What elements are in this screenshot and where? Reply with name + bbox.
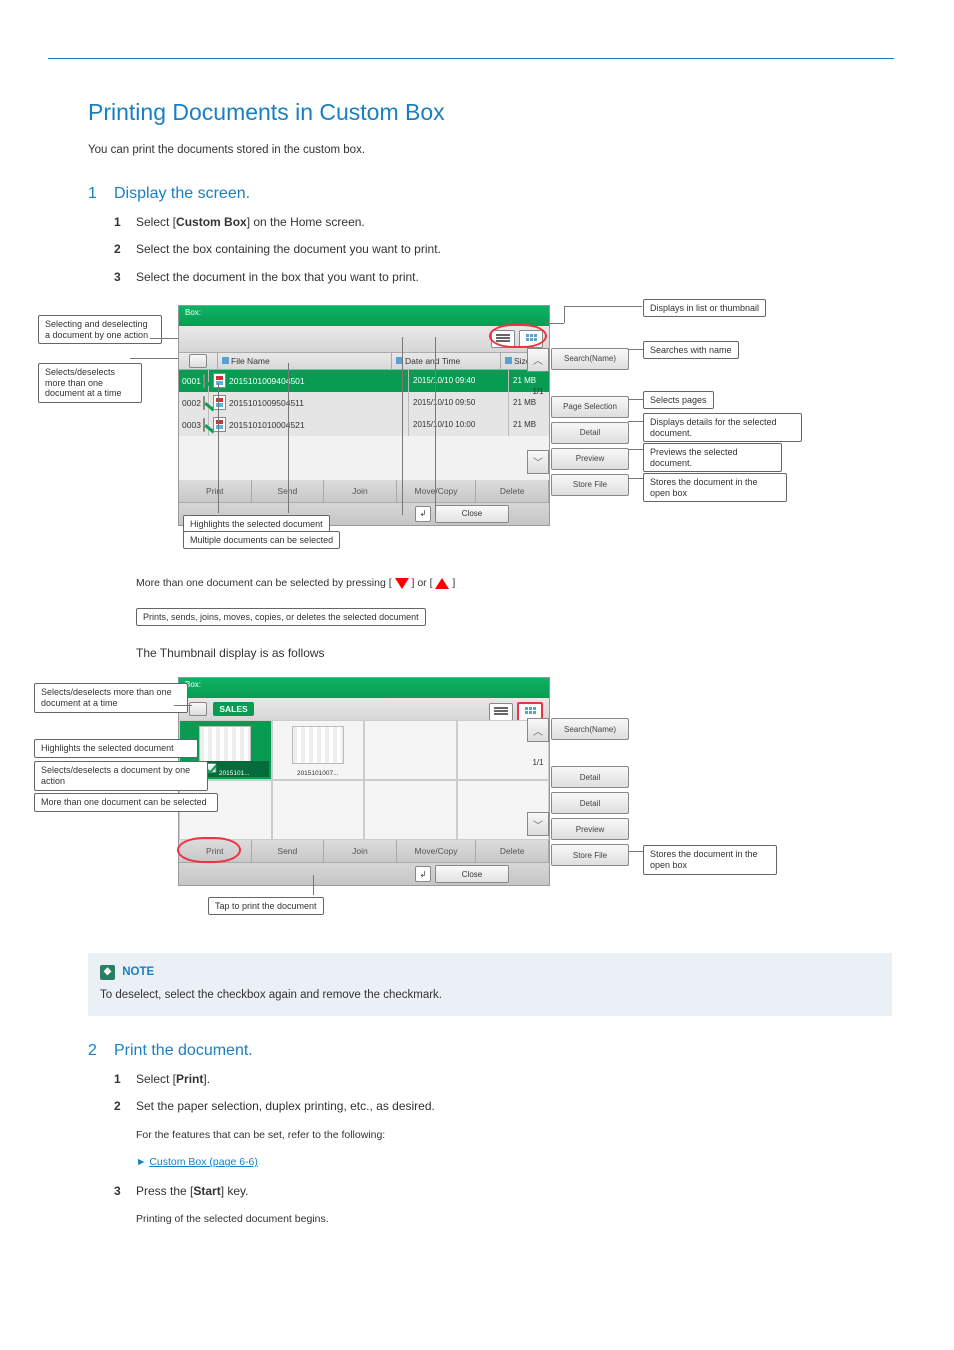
thumb-item[interactable] bbox=[272, 780, 365, 840]
thumb-item[interactable]: 2015101007... bbox=[272, 720, 365, 780]
detail-button[interactable]: Detail bbox=[551, 792, 629, 814]
thumb-note: The Thumbnail display is as follows bbox=[136, 644, 892, 663]
doc-icon bbox=[213, 373, 226, 388]
store-file-button[interactable]: Store File bbox=[551, 844, 629, 866]
callout-sel-one: Selects/deselects a document by one acti… bbox=[34, 761, 208, 791]
send-button[interactable]: Send bbox=[252, 840, 325, 862]
note-box: ❖ NOTE To deselect, select the checkbox … bbox=[88, 953, 892, 1016]
callout-store: Stores the document in the open box bbox=[643, 473, 787, 503]
intro-para: You can print the documents stored in th… bbox=[88, 142, 892, 159]
move-copy-button[interactable]: Move/Copy bbox=[397, 480, 477, 502]
callout-page-sel: Selects pages bbox=[643, 391, 714, 409]
callout-more: More than one document can be selected bbox=[34, 793, 218, 812]
scroll-down-button[interactable]: ﹀ bbox=[527, 450, 549, 474]
preview-button[interactable]: Preview bbox=[551, 818, 629, 840]
thumb-grid: 2015101... 2015101007... bbox=[179, 720, 549, 840]
file-list: 0001 2015101009404501 2015/10/10 09:40 2… bbox=[179, 370, 549, 480]
table-header: File Name Date and Time Size bbox=[179, 352, 549, 370]
callout-store: Stores the document in the open box bbox=[643, 845, 777, 875]
panel-titlebar: Box: bbox=[179, 678, 549, 698]
step-2-2: 2Set the paper selection, duplex printin… bbox=[114, 1097, 892, 1116]
delete-button[interactable]: Delete bbox=[476, 480, 549, 502]
row-checkbox[interactable] bbox=[203, 396, 205, 410]
callout-actionbar: Prints, sends, joins, moves, copies, or … bbox=[136, 608, 426, 626]
panel-titlebar: Box: bbox=[179, 306, 549, 326]
callout-preview: Previews the selected document. bbox=[643, 443, 782, 473]
page-counter: 1/1 bbox=[527, 742, 549, 782]
down-arrow-icon bbox=[395, 578, 409, 589]
step-2-3: 3Press the [Start] key. bbox=[114, 1182, 892, 1201]
callout-detail: Displays details for the selected docume… bbox=[643, 413, 802, 443]
file-row[interactable]: 0002 2015101009504511 2015/10/10 09:50 2… bbox=[179, 392, 549, 414]
store-file-button[interactable]: Store File bbox=[551, 474, 629, 496]
detail-button[interactable]: Detail bbox=[551, 766, 629, 788]
row-checkbox[interactable] bbox=[203, 374, 205, 388]
up-arrow-icon bbox=[435, 578, 449, 589]
file-row[interactable]: 0003 2015101010004521 2015/10/10 10:00 2… bbox=[179, 414, 549, 436]
view-list-button[interactable] bbox=[489, 703, 513, 721]
search-name-button[interactable]: Search(Name) bbox=[551, 718, 629, 740]
callout-print-tap: Tap to print the document bbox=[208, 897, 324, 915]
print-highlight bbox=[177, 837, 241, 863]
step-1-1: 1Select [Custom Box] on the Home screen. bbox=[114, 213, 892, 232]
callout-list-thumb: Displays in list or thumbnail bbox=[643, 299, 766, 317]
file-row[interactable]: 0001 2015101009404501 2015/10/10 09:40 2… bbox=[179, 370, 549, 392]
step-1: 1Display the screen. bbox=[88, 185, 892, 203]
scroll-down-button[interactable]: ﹀ bbox=[527, 812, 549, 836]
join-button[interactable]: Join bbox=[324, 840, 397, 862]
doc-icon bbox=[213, 395, 226, 410]
preview-button[interactable]: Preview bbox=[551, 448, 629, 470]
thumb-item[interactable] bbox=[364, 720, 457, 780]
enter-icon: ↲ bbox=[415, 506, 431, 522]
step-2-ref: ► Custom Box (page 6-6) bbox=[136, 1154, 892, 1171]
enter-icon: ↲ bbox=[415, 866, 431, 882]
callout-sel-desel: Selects/deselects more than one document… bbox=[34, 683, 188, 713]
doc-icon bbox=[213, 417, 226, 432]
scroll-note: More than one document can be selected b… bbox=[136, 575, 892, 592]
step-1-3: 3Select the document in the box that you… bbox=[114, 268, 892, 287]
detail-button[interactable]: Detail bbox=[551, 422, 629, 444]
close-button[interactable]: Close bbox=[435, 865, 509, 883]
page-selection-button[interactable]: Page Selection bbox=[551, 396, 629, 418]
callout-multi: Multiple documents can be selected bbox=[183, 531, 340, 549]
action-bar: Print Send Join Move/Copy Delete bbox=[179, 480, 549, 502]
move-copy-button[interactable]: Move/Copy bbox=[397, 840, 477, 862]
step-2-3b: Printing of the selected document begins… bbox=[136, 1211, 892, 1228]
note-icon: ❖ bbox=[100, 965, 115, 980]
callout-search: Searches with name bbox=[643, 341, 739, 359]
section-title: Printing Documents in Custom Box bbox=[88, 99, 892, 126]
sort-icon[interactable] bbox=[222, 357, 229, 364]
step-2-1: 1Select [Print]. bbox=[114, 1070, 892, 1089]
join-button[interactable]: Join bbox=[324, 480, 397, 502]
callout-highlight: Highlights the selected document bbox=[34, 739, 198, 758]
viewmode-highlight bbox=[489, 324, 547, 348]
callout-sel-desel-one: Selecting and deselecting a document by … bbox=[38, 315, 162, 345]
row-checkbox[interactable] bbox=[203, 418, 205, 432]
print-button[interactable]: Print bbox=[179, 480, 252, 502]
step-2-2b: For the features that can be set, refer … bbox=[136, 1127, 892, 1144]
delete-button[interactable]: Delete bbox=[476, 840, 549, 862]
callout-sel-desel-more: Selects/deselects more than one document… bbox=[38, 363, 142, 403]
sort-icon[interactable] bbox=[505, 357, 512, 364]
step-2: 2Print the document. bbox=[88, 1042, 892, 1060]
box-name: SALES bbox=[213, 702, 253, 716]
search-name-button[interactable]: Search(Name) bbox=[551, 348, 629, 370]
thumb-item[interactable] bbox=[364, 780, 457, 840]
scroll-up-button[interactable]: ︿ bbox=[527, 718, 549, 742]
page-counter: 1/1 bbox=[527, 372, 549, 412]
select-all-checkbox[interactable] bbox=[189, 354, 207, 368]
scroll-up-button[interactable]: ︿ bbox=[527, 348, 549, 372]
step-1-2: 2Select the box containing the document … bbox=[114, 240, 892, 259]
close-button[interactable]: Close bbox=[435, 505, 509, 523]
